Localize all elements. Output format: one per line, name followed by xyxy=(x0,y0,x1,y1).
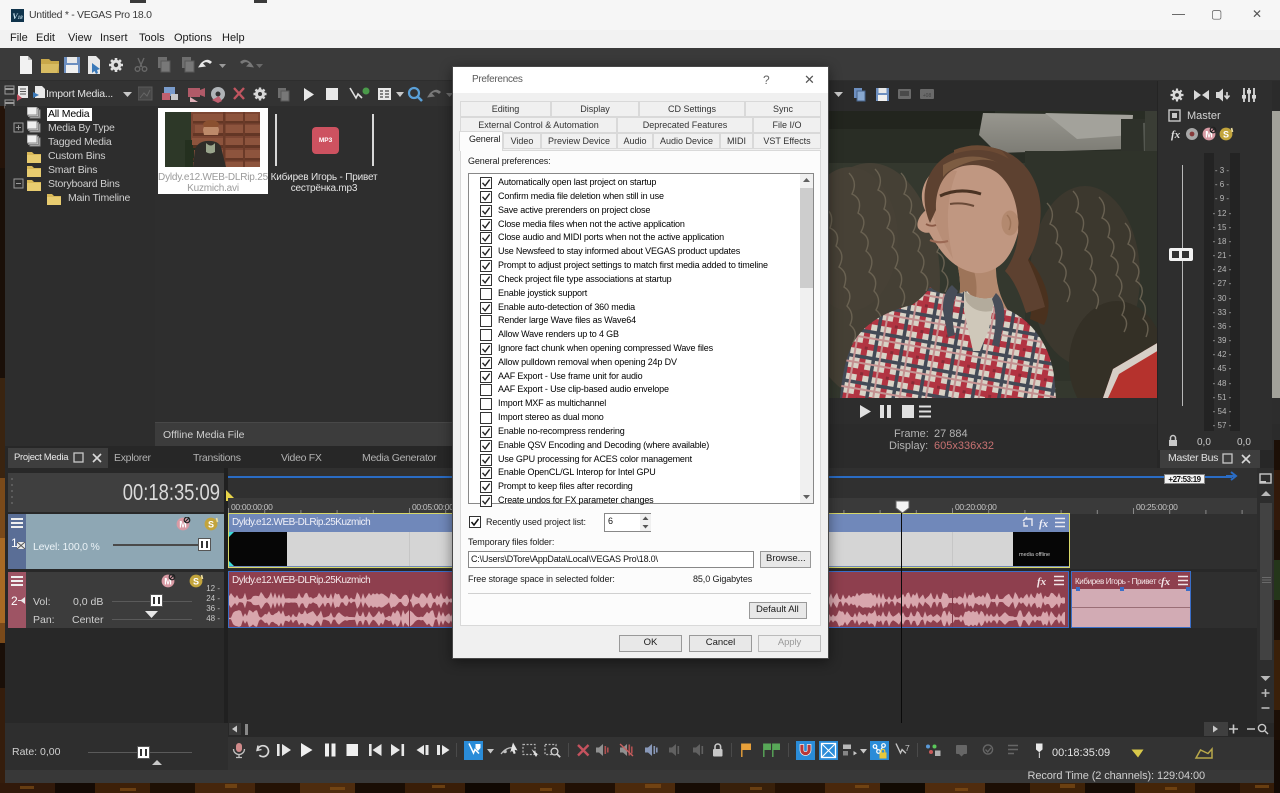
svg-text:7: 7 xyxy=(905,743,910,753)
svg-text:1: 1 xyxy=(11,536,18,550)
svg-text:fx: fx xyxy=(1037,576,1047,588)
svg-text:+08: +08 xyxy=(923,93,932,99)
svg-text:S: S xyxy=(208,520,214,530)
svg-text:S: S xyxy=(1223,130,1229,140)
svg-text:fx: fx xyxy=(1039,518,1049,530)
svg-text:fx: fx xyxy=(1171,129,1181,141)
svg-text:2: 2 xyxy=(11,594,18,608)
svg-text:media offline: media offline xyxy=(1019,552,1050,558)
svg-text:fx: fx xyxy=(1161,576,1171,588)
svg-text:S: S xyxy=(193,577,199,587)
